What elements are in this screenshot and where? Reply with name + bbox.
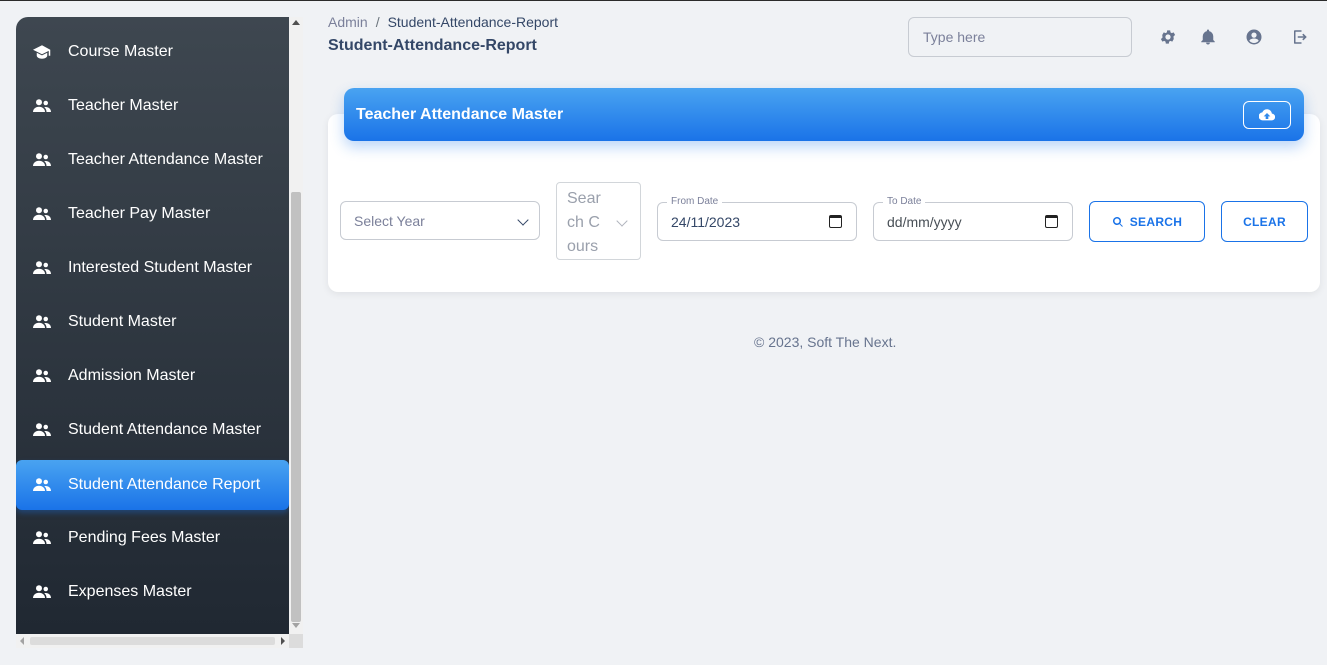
users-icon	[32, 98, 52, 114]
course-select-placeholder: Search Course Name	[567, 190, 601, 255]
logout-icon[interactable]	[1290, 27, 1310, 47]
user-circle-icon[interactable]	[1244, 27, 1264, 47]
scrollbar-thumb[interactable]	[291, 192, 301, 622]
bell-icon[interactable]	[1198, 27, 1218, 47]
to-date-label: To Date	[883, 196, 926, 207]
sidebar-item-label: Pending Fees Master	[68, 529, 221, 546]
breadcrumb: Admin / Student-Attendance-Report	[328, 14, 558, 30]
scroll-left-arrow-icon[interactable]	[20, 637, 24, 645]
sidebar-item-label: Student Attendance Report	[68, 476, 261, 493]
search-icon	[1112, 216, 1123, 227]
sidebar-item-label: Student Master	[68, 313, 177, 330]
sidebar-item-admission-master[interactable]: Admission Master	[16, 351, 289, 401]
users-icon	[32, 206, 52, 222]
sidebar-item-label: Student Attendance Master	[68, 421, 262, 438]
sidebar-item-student-attendance-report[interactable]: Student Attendance Report	[16, 460, 289, 510]
clear-button-label: CLEAR	[1243, 214, 1286, 229]
users-icon	[32, 314, 52, 330]
sidebar-item-label: Teacher Master	[68, 97, 179, 114]
sidebar-item-expenses-master[interactable]: Expenses Master	[16, 567, 289, 617]
calendar-icon[interactable]	[1045, 215, 1058, 228]
sidebar-item-label: Admission Master	[68, 367, 196, 384]
sidebar-vertical-scrollbar[interactable]	[289, 17, 303, 634]
scrollbar-thumb[interactable]	[30, 637, 275, 645]
window-top-border	[0, 0, 1327, 1]
search-button[interactable]: SEARCH	[1089, 201, 1205, 242]
sidebar-horizontal-scrollbar[interactable]	[16, 634, 289, 648]
from-date-value[interactable]: 24/11/2023	[671, 214, 740, 230]
users-icon	[32, 152, 52, 168]
sidebar-item-label: Interested Student Master	[68, 259, 253, 276]
to-date-value[interactable]: dd/mm/yyyy	[887, 214, 962, 230]
sidebar-item-student-attendance-master[interactable]: Student Attendance Master	[16, 405, 289, 455]
calendar-icon[interactable]	[829, 215, 842, 228]
upload-button[interactable]	[1243, 101, 1291, 129]
sidebar-item-label: Teacher Attendance Master	[68, 151, 263, 168]
sidebar-item-course-master[interactable]: Course Master	[16, 27, 289, 77]
sidebar-item-pending-fees-master[interactable]: Pending Fees Master	[16, 513, 289, 563]
users-icon	[32, 584, 52, 600]
scroll-right-arrow-icon[interactable]	[281, 637, 285, 645]
from-date-field[interactable]: From Date 24/11/2023	[657, 196, 857, 241]
breadcrumb-root[interactable]: Admin	[328, 14, 368, 30]
sidebar-item-interested-student-master[interactable]: Interested Student Master	[16, 243, 289, 293]
year-select-placeholder: Select Year	[354, 212, 425, 229]
users-icon	[32, 422, 52, 438]
scrollbar-corner	[289, 634, 303, 648]
scroll-up-arrow-icon[interactable]	[292, 20, 300, 25]
sidebar-item-teacher-pay-master[interactable]: Teacher Pay Master	[16, 189, 289, 239]
page-title: Student-Attendance-Report	[328, 37, 537, 54]
graduation-cap-icon	[32, 44, 52, 60]
clear-button[interactable]: CLEAR	[1221, 201, 1308, 242]
from-date-label: From Date	[667, 196, 723, 207]
card-title: Teacher Attendance Master	[356, 105, 564, 123]
to-date-field[interactable]: To Date dd/mm/yyyy	[873, 196, 1073, 241]
search-input[interactable]	[908, 17, 1132, 57]
breadcrumb-separator: /	[375, 14, 380, 30]
sidebar-item-student-master[interactable]: Student Master	[16, 297, 289, 347]
search-button-label: SEARCH	[1129, 214, 1183, 229]
cloud-upload-icon	[1259, 109, 1275, 121]
card-header: Teacher Attendance Master	[344, 88, 1304, 141]
sidebar-item-label: Expenses Master	[68, 583, 192, 600]
sidebar-item-teacher-attendance-master[interactable]: Teacher Attendance Master	[16, 135, 289, 185]
users-icon	[32, 530, 52, 546]
chevron-down-icon	[517, 214, 529, 226]
year-select[interactable]: Select Year	[340, 201, 540, 240]
breadcrumb-current: Student-Attendance-Report	[387, 14, 559, 30]
sidebar-item-label: Teacher Pay Master	[68, 205, 211, 222]
sidebar: Course Master Teacher Master Teacher Att…	[16, 17, 289, 634]
chevron-down-icon	[616, 215, 628, 227]
scroll-down-arrow-icon[interactable]	[292, 623, 300, 628]
users-icon	[32, 477, 52, 493]
footer-copyright: © 2023, Soft The Next.	[754, 334, 897, 350]
gear-icon[interactable]	[1158, 27, 1178, 47]
sidebar-item-teacher-master[interactable]: Teacher Master	[16, 81, 289, 131]
users-icon	[32, 368, 52, 384]
course-select[interactable]: Search Course Name	[556, 182, 641, 260]
sidebar-item-label: Course Master	[68, 43, 173, 60]
users-icon	[32, 260, 52, 276]
